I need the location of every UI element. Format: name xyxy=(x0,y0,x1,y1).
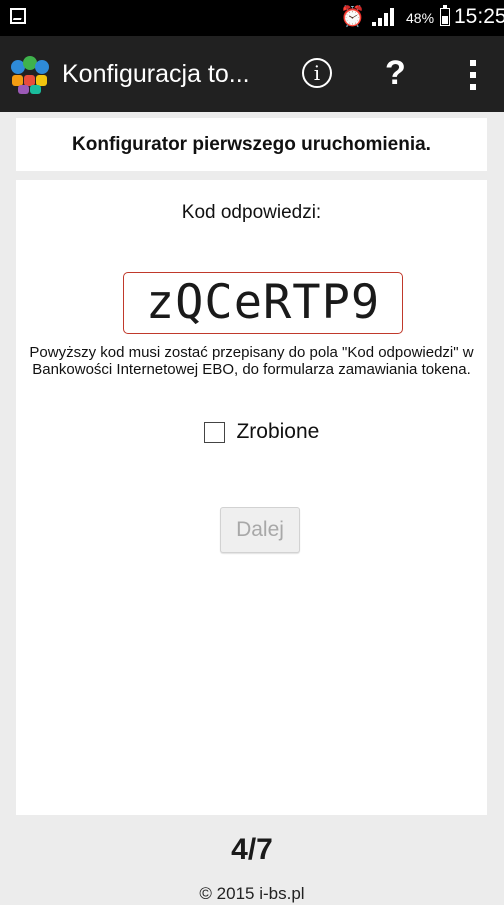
app-bar: Konfiguracja to... i ? xyxy=(0,36,504,112)
screenshot-icon xyxy=(10,8,26,24)
help-icon[interactable]: ? xyxy=(385,53,406,93)
next-button[interactable]: Dalej xyxy=(220,507,300,553)
code-label: Kod odpowiedzi: xyxy=(181,202,322,223)
alarm-icon: ⏰ xyxy=(340,6,365,28)
signal-icon xyxy=(370,6,398,28)
main-card: Kod odpowiedzi: zQCeRTP9 Powyższy kod mu… xyxy=(16,180,487,815)
header-card: Konfigurator pierwszego uruchomienia. xyxy=(16,118,487,171)
battery-icon xyxy=(440,5,450,26)
status-bar: ⏰ 48% 15:25 xyxy=(0,0,504,36)
copyright: © 2015 i-bs.pl xyxy=(199,884,305,903)
done-checkbox-row[interactable]: Zrobione xyxy=(204,420,319,446)
app-logo-icon xyxy=(11,56,49,94)
done-label[interactable]: Zrobione xyxy=(236,420,319,444)
app-title: Konfiguracja to... xyxy=(62,60,250,88)
response-code: zQCeRTP9 xyxy=(145,275,381,330)
clock: 15:25 xyxy=(454,5,504,28)
instruction-text: Powyższy kod musi zostać przepisany do p… xyxy=(29,344,474,378)
battery-percent: 48% xyxy=(406,10,435,26)
response-code-box: zQCeRTP9 xyxy=(123,272,403,334)
step-indicator: 4/7 xyxy=(231,833,273,866)
overflow-menu-icon[interactable] xyxy=(467,58,477,92)
info-icon[interactable]: i xyxy=(302,58,332,88)
done-checkbox[interactable] xyxy=(204,421,225,443)
page-title: Konfigurator pierwszego uruchomienia. xyxy=(72,134,431,155)
